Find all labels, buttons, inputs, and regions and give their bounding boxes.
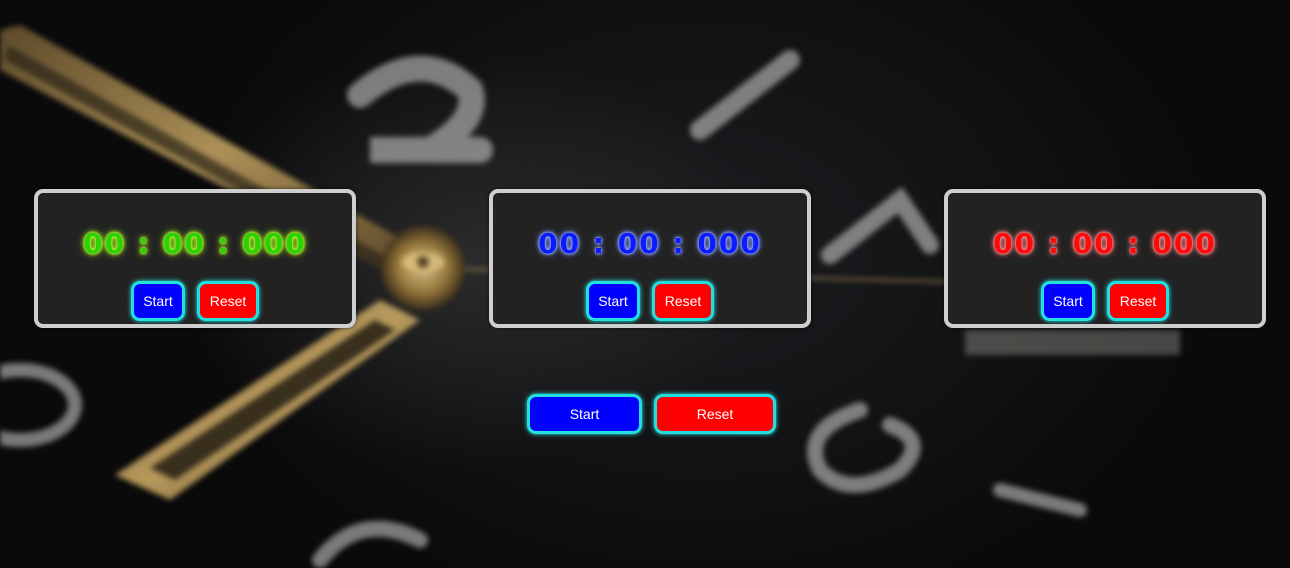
timer-2-reset-button[interactable]: Reset [652, 281, 714, 321]
timer-3-start-button[interactable]: Start [1041, 281, 1095, 321]
timer-card-2: 00 : 00 : 000 Start Reset [489, 189, 811, 328]
timer-card-3: 00 : 00 : 000 Start Reset [944, 189, 1266, 328]
start-all-button[interactable]: Start [527, 394, 642, 434]
global-controls: Start Reset [527, 394, 776, 434]
timer-2-display: 00 : 00 : 000 [538, 227, 762, 260]
timer-1-start-button[interactable]: Start [131, 281, 185, 321]
stopwatch-page: 00 : 00 : 000 Start Reset 00 : 00 : 000 S… [0, 0, 1290, 568]
timer-1-reset-button[interactable]: Reset [197, 281, 259, 321]
timer-2-controls: Start Reset [493, 281, 807, 321]
timer-card-1: 00 : 00 : 000 Start Reset [34, 189, 356, 328]
timer-3-display: 00 : 00 : 000 [993, 227, 1217, 260]
timer-3-controls: Start Reset [948, 281, 1262, 321]
reset-all-button[interactable]: Reset [654, 394, 776, 434]
timer-3-reset-button[interactable]: Reset [1107, 281, 1169, 321]
timer-1-display: 00 : 00 : 000 [83, 227, 307, 260]
timer-2-start-button[interactable]: Start [586, 281, 640, 321]
timer-1-controls: Start Reset [38, 281, 352, 321]
